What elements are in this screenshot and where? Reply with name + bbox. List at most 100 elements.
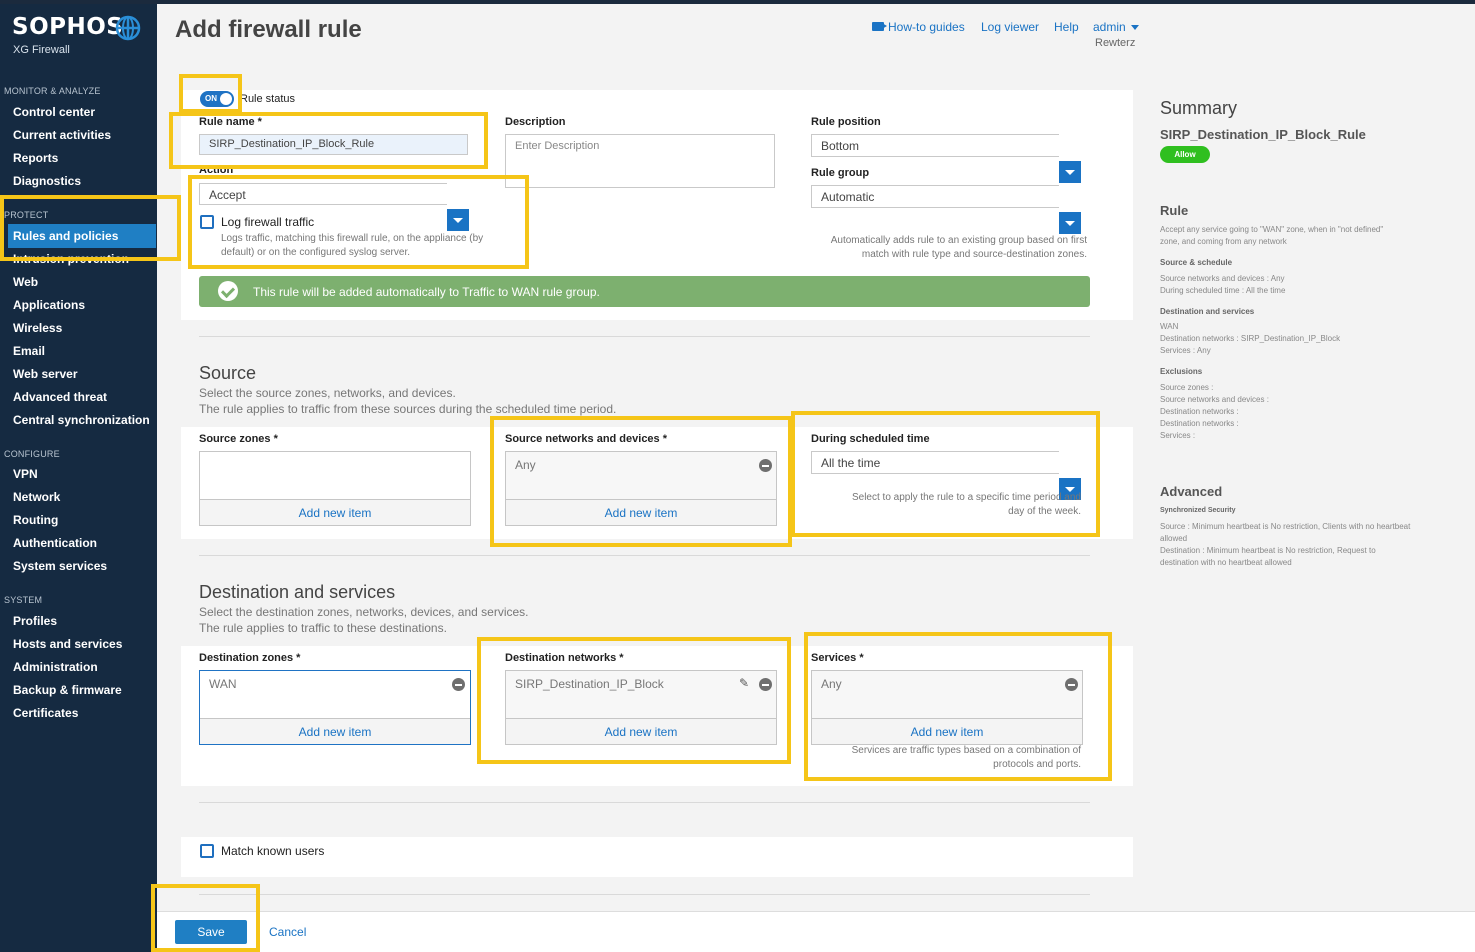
highlight-schedule [791, 411, 1100, 537]
nav-wireless[interactable]: Wireless [13, 321, 62, 335]
summary-exclusions-line-2: Source networks and devices : [1160, 395, 1269, 404]
nav-system-services[interactable]: System services [13, 559, 107, 573]
summary-exclusions-line-1: Source zones : [1160, 383, 1214, 392]
summary-source-line-1: Source networks and devices : Any [1160, 274, 1285, 283]
summary-source-line-2: During scheduled time : All the time [1160, 286, 1286, 295]
rule-position-label: Rule position [811, 116, 881, 128]
section-system: SYSTEM [4, 595, 43, 605]
nav-administration[interactable]: Administration [13, 660, 98, 674]
destination-zones-value: WAN [209, 677, 237, 691]
top-strip [0, 0, 1475, 4]
source-zones-label: Source zones * [199, 433, 278, 445]
nav-authentication[interactable]: Authentication [13, 536, 97, 550]
highlight-rule-status [179, 74, 242, 113]
sophos-logo[interactable]: SOPHOS XG Firewall [12, 14, 152, 60]
rule-position-dropdown[interactable] [1059, 161, 1081, 183]
summary-destination-line-1: WAN [1160, 322, 1179, 331]
summary-sync-head: Synchronized Security [1160, 507, 1236, 514]
highlight-services [804, 632, 1112, 781]
globe-icon [115, 15, 141, 41]
destination-zones-label: Destination zones * [199, 652, 301, 664]
nav-vpn[interactable]: VPN [13, 467, 38, 481]
nav-applications[interactable]: Applications [13, 298, 85, 312]
admin-menu[interactable]: admin [1093, 20, 1126, 34]
summary-rule-name: SIRP_Destination_IP_Block_Rule [1160, 127, 1366, 142]
nav-current-activities[interactable]: Current activities [13, 128, 111, 142]
rule-group-label: Rule group [811, 167, 870, 179]
summary-exclusions-line-4: Destination networks : [1160, 419, 1239, 428]
destination-title: Destination and services [199, 582, 396, 602]
chevron-down-icon[interactable] [1131, 25, 1139, 30]
nav-reports[interactable]: Reports [13, 151, 58, 165]
match-users-checkbox[interactable] [200, 844, 214, 858]
nav-web[interactable]: Web [13, 275, 38, 289]
nav-backup-firmware[interactable]: Backup & firmware [13, 683, 122, 697]
log-viewer-link[interactable]: Log viewer [981, 20, 1039, 34]
help-link[interactable]: Help [1054, 20, 1079, 34]
nav-profiles[interactable]: Profiles [13, 614, 57, 628]
source-title: Source [199, 363, 257, 383]
nav-routing[interactable]: Routing [13, 513, 58, 527]
nav-web-server[interactable]: Web server [13, 367, 77, 381]
footer-bar [157, 911, 1475, 952]
rule-position-select[interactable]: Bottom [811, 134, 1059, 157]
highlight-sidebar-rules [0, 195, 181, 261]
source-zones-add[interactable]: Add new item [200, 499, 470, 525]
summary-advanced-head: Advanced [1160, 484, 1223, 499]
check-icon [218, 281, 238, 301]
destination-zones-box[interactable]: WAN Add new item [199, 670, 471, 745]
description-label: Description [505, 116, 566, 128]
highlight-save [151, 884, 260, 952]
howto-guides-link[interactable]: How-to guides [888, 20, 965, 34]
divider-4 [199, 894, 1090, 895]
nav-hosts-and-services[interactable]: Hosts and services [13, 637, 122, 651]
video-icon [872, 22, 884, 31]
logo-wordmark: SOPHOS [12, 14, 124, 40]
rule-group-dropdown[interactable] [1059, 212, 1081, 234]
summary-destination-line-2: Destination networks : SIRP_Destination_… [1160, 334, 1341, 343]
destination-desc-1: Select the destination zones, networks, … [199, 605, 529, 619]
highlight-source-networks [490, 416, 792, 547]
nav-diagnostics[interactable]: Diagnostics [13, 174, 81, 188]
section-monitor: MONITOR & ANALYZE [4, 86, 101, 96]
divider-2 [199, 555, 1090, 556]
allow-badge: Allow [1160, 146, 1210, 163]
source-zones-box[interactable]: Add new item [199, 451, 471, 526]
source-desc-2: The rule applies to traffic from these s… [199, 402, 617, 416]
nav-certificates[interactable]: Certificates [13, 706, 78, 720]
rule-group-select[interactable]: Automatic [811, 185, 1059, 208]
description-textarea[interactable]: Enter Description [505, 134, 775, 188]
nav-email[interactable]: Email [13, 344, 45, 358]
logo-subtitle: XG Firewall [13, 44, 70, 56]
summary-rule-desc: Accept any service going to "WAN" zone, … [1160, 225, 1384, 246]
cancel-link[interactable]: Cancel [269, 925, 306, 939]
rule-status-label: Rule status [240, 93, 296, 105]
nav-control-center[interactable]: Control center [13, 105, 95, 119]
summary-title: Summary [1160, 98, 1238, 118]
summary-destination-head: Destination and services [1160, 307, 1255, 316]
divider-3 [199, 802, 1090, 803]
page-title: Add firewall rule [175, 16, 362, 43]
destination-desc-2: The rule applies to traffic to these des… [199, 621, 447, 635]
section-configure: CONFIGURE [4, 449, 60, 459]
nav-advanced-threat[interactable]: Advanced threat [13, 390, 107, 404]
summary-sync-source: Source : Minimum heartbeat is No restric… [1160, 522, 1411, 543]
summary-exclusions-line-5: Services : [1160, 431, 1196, 440]
destination-zones-add[interactable]: Add new item [200, 718, 470, 744]
remove-icon[interactable] [452, 678, 465, 691]
source-desc-1: Select the source zones, networks, and d… [199, 386, 456, 400]
summary-destination-line-3: Services : Any [1160, 346, 1211, 355]
info-banner: This rule will be added automatically to… [199, 276, 1090, 307]
highlight-rule-name [169, 112, 488, 169]
device-name: Rewterz [1095, 37, 1136, 49]
highlight-action [188, 175, 529, 269]
match-users-label: Match known users [221, 844, 325, 858]
divider-1 [199, 336, 1090, 337]
rule-group-hint: Automatically adds rule to an existing g… [830, 235, 1087, 260]
summary-rule-head: Rule [1160, 203, 1189, 218]
summary-sync-destination: Destination : Minimum heartbeat is No re… [1160, 546, 1376, 567]
highlight-destination-networks [477, 637, 791, 764]
nav-central-synchronization[interactable]: Central synchronization [13, 413, 150, 427]
nav-network[interactable]: Network [13, 490, 60, 504]
banner-text: This rule will be added automatically to… [253, 285, 600, 299]
